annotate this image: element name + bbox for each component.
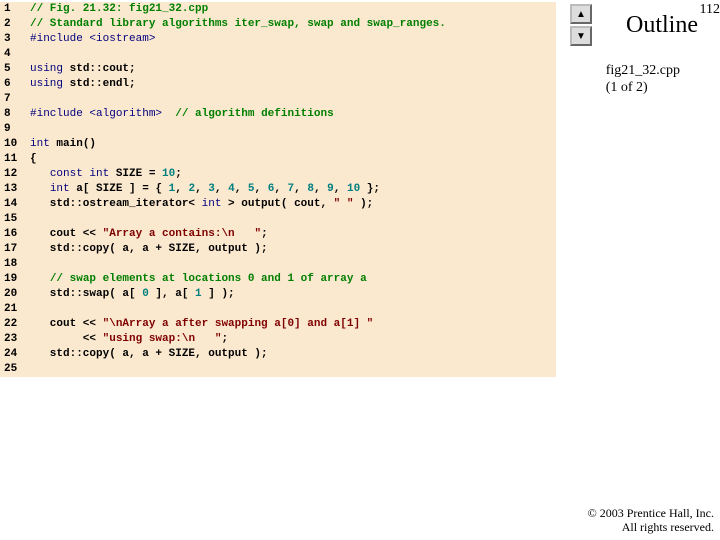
line-number: 4 bbox=[0, 47, 30, 62]
code-text: std::swap( a[ 0 ], a[ 1 ] ); bbox=[30, 287, 556, 302]
outline-title: Outline bbox=[626, 12, 698, 39]
code-text: std::ostream_iterator< int > output( cou… bbox=[30, 197, 556, 212]
code-text bbox=[30, 257, 556, 272]
code-line: 1// Fig. 21.32: fig21_32.cpp bbox=[0, 2, 556, 17]
code-line: 7 bbox=[0, 92, 556, 107]
caption-file: fig21_32.cpp bbox=[606, 62, 680, 79]
line-number: 16 bbox=[0, 227, 30, 242]
code-text: #include <iostream> bbox=[30, 32, 556, 47]
code-text: cout << "\nArray a after swapping a[0] a… bbox=[30, 317, 556, 332]
code-text: int a[ SIZE ] = { 1, 2, 3, 4, 5, 6, 7, 8… bbox=[30, 182, 556, 197]
nav-down-button[interactable]: ▼ bbox=[570, 26, 592, 46]
code-line: 12 const int SIZE = 10; bbox=[0, 167, 556, 182]
caption-page: (1 of 2) bbox=[606, 79, 680, 96]
code-text bbox=[30, 122, 556, 137]
code-text bbox=[30, 92, 556, 107]
line-number: 6 bbox=[0, 77, 30, 92]
triangle-up-icon: ▲ bbox=[576, 9, 586, 20]
line-number: 10 bbox=[0, 137, 30, 152]
code-text bbox=[30, 362, 556, 377]
triangle-down-icon: ▼ bbox=[576, 31, 586, 42]
slide-caption: fig21_32.cpp (1 of 2) bbox=[606, 62, 680, 96]
line-number: 13 bbox=[0, 182, 30, 197]
line-number: 2 bbox=[0, 17, 30, 32]
line-number: 12 bbox=[0, 167, 30, 182]
code-line: 5using std::cout; bbox=[0, 62, 556, 77]
code-text: std::copy( a, a + SIZE, output ); bbox=[30, 347, 556, 362]
code-text: // Standard library algorithms iter_swap… bbox=[30, 17, 556, 32]
page-number: 112 bbox=[700, 2, 720, 18]
copyright: © 2003 Prentice Hall, Inc. All rights re… bbox=[588, 506, 714, 534]
code-listing: 1// Fig. 21.32: fig21_32.cpp2// Standard… bbox=[0, 2, 556, 377]
line-number: 19 bbox=[0, 272, 30, 287]
line-number: 3 bbox=[0, 32, 30, 47]
line-number: 9 bbox=[0, 122, 30, 137]
line-number: 1 bbox=[0, 2, 30, 17]
code-line: 9 bbox=[0, 122, 556, 137]
line-number: 5 bbox=[0, 62, 30, 77]
code-text: << "using swap:\n "; bbox=[30, 332, 556, 347]
code-line: 13 int a[ SIZE ] = { 1, 2, 3, 4, 5, 6, 7… bbox=[0, 182, 556, 197]
code-text: { bbox=[30, 152, 556, 167]
code-text: // swap elements at locations 0 and 1 of… bbox=[30, 272, 556, 287]
code-text bbox=[30, 302, 556, 317]
code-line: 8#include <algorithm> // algorithm defin… bbox=[0, 107, 556, 122]
code-line: 2// Standard library algorithms iter_swa… bbox=[0, 17, 556, 32]
code-line: 17 std::copy( a, a + SIZE, output ); bbox=[0, 242, 556, 257]
copyright-line2: All rights reserved. bbox=[588, 520, 714, 534]
code-line: 14 std::ostream_iterator< int > output( … bbox=[0, 197, 556, 212]
line-number: 22 bbox=[0, 317, 30, 332]
code-line: 20 std::swap( a[ 0 ], a[ 1 ] ); bbox=[0, 287, 556, 302]
line-number: 20 bbox=[0, 287, 30, 302]
code-text: using std::endl; bbox=[30, 77, 556, 92]
code-text bbox=[30, 47, 556, 62]
code-text: // Fig. 21.32: fig21_32.cpp bbox=[30, 2, 556, 17]
line-number: 18 bbox=[0, 257, 30, 272]
code-line: 25 bbox=[0, 362, 556, 377]
line-number: 24 bbox=[0, 347, 30, 362]
code-line: 23 << "using swap:\n "; bbox=[0, 332, 556, 347]
code-line: 16 cout << "Array a contains:\n "; bbox=[0, 227, 556, 242]
code-line: 15 bbox=[0, 212, 556, 227]
line-number: 15 bbox=[0, 212, 30, 227]
line-number: 7 bbox=[0, 92, 30, 107]
slide: 1// Fig. 21.32: fig21_32.cpp2// Standard… bbox=[0, 0, 720, 540]
code-line: 11{ bbox=[0, 152, 556, 167]
nav-up-button[interactable]: ▲ bbox=[570, 4, 592, 24]
copyright-line1: © 2003 Prentice Hall, Inc. bbox=[588, 506, 714, 520]
line-number: 17 bbox=[0, 242, 30, 257]
line-number: 25 bbox=[0, 362, 30, 377]
code-text: cout << "Array a contains:\n "; bbox=[30, 227, 556, 242]
code-line: 3#include <iostream> bbox=[0, 32, 556, 47]
code-line: 10int main() bbox=[0, 137, 556, 152]
line-number: 23 bbox=[0, 332, 30, 347]
code-text: const int SIZE = 10; bbox=[30, 167, 556, 182]
line-number: 8 bbox=[0, 107, 30, 122]
code-line: 21 bbox=[0, 302, 556, 317]
code-line: 18 bbox=[0, 257, 556, 272]
code-text: using std::cout; bbox=[30, 62, 556, 77]
code-line: 24 std::copy( a, a + SIZE, output ); bbox=[0, 347, 556, 362]
code-text bbox=[30, 212, 556, 227]
code-line: 4 bbox=[0, 47, 556, 62]
line-number: 11 bbox=[0, 152, 30, 167]
nav-buttons: ▲ ▼ bbox=[570, 4, 592, 48]
line-number: 21 bbox=[0, 302, 30, 317]
code-text: #include <algorithm> // algorithm defini… bbox=[30, 107, 556, 122]
code-line: 22 cout << "\nArray a after swapping a[0… bbox=[0, 317, 556, 332]
code-text: std::copy( a, a + SIZE, output ); bbox=[30, 242, 556, 257]
code-line: 6using std::endl; bbox=[0, 77, 556, 92]
code-line: 19 // swap elements at locations 0 and 1… bbox=[0, 272, 556, 287]
code-text: int main() bbox=[30, 137, 556, 152]
line-number: 14 bbox=[0, 197, 30, 212]
